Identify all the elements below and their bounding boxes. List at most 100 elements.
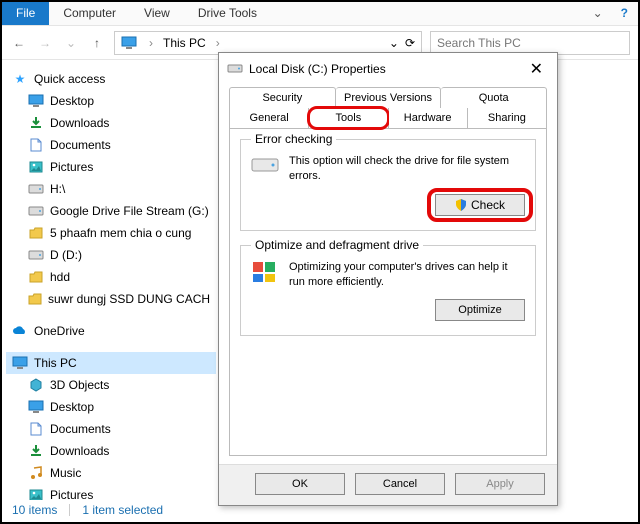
- recent-dropdown-icon[interactable]: ⌄: [62, 36, 80, 50]
- tree-item[interactable]: Downloads: [6, 440, 216, 462]
- group-optimize: Optimize and defragment drive Optimizing…: [240, 245, 536, 337]
- drive-icon: [251, 154, 279, 177]
- search-input[interactable]: Search This PC: [430, 31, 630, 55]
- apply-button[interactable]: Apply: [455, 473, 545, 495]
- optimize-button[interactable]: Optimize: [435, 299, 525, 321]
- tree-item[interactable]: Pictures: [6, 484, 216, 500]
- tree-item[interactable]: 3D Objects: [6, 374, 216, 396]
- dialog-buttons: OK Cancel Apply: [219, 464, 557, 505]
- back-button[interactable]: ←: [10, 36, 28, 50]
- nav-tree: ★ Quick access Desktop Downloads Documents…: [2, 60, 220, 500]
- chevron-right-icon[interactable]: ›: [212, 36, 224, 50]
- tab-security[interactable]: Security: [229, 87, 336, 108]
- folder-icon: [28, 225, 44, 241]
- tree-item[interactable]: Desktop: [6, 396, 216, 418]
- menu-view[interactable]: View: [130, 2, 184, 25]
- tree-item[interactable]: H:\: [6, 178, 216, 200]
- tree-item[interactable]: Music: [6, 462, 216, 484]
- tree-label: D (D:): [50, 248, 82, 262]
- tree-item[interactable]: 5 phaafn mem chia o cung: [6, 222, 216, 244]
- tree-label: Quick access: [34, 72, 105, 86]
- drive-icon: [227, 62, 243, 76]
- button-label: Check: [471, 198, 505, 212]
- desktop-icon: [28, 399, 44, 415]
- tree-label: Pictures: [50, 160, 93, 174]
- ribbon-collapse-icon[interactable]: ⌄: [585, 2, 611, 25]
- address-dropdown-icon[interactable]: ⌄: [389, 36, 399, 50]
- tree-item[interactable]: Desktop: [6, 90, 216, 112]
- drive-icon: [28, 247, 44, 263]
- tree-quick-access[interactable]: ★ Quick access: [6, 68, 216, 90]
- tree-this-pc[interactable]: This PC: [6, 352, 216, 374]
- shield-icon: [455, 199, 467, 211]
- close-icon[interactable]: ✕: [524, 59, 549, 79]
- tab-body-tools: Error checking This option will check th…: [229, 128, 547, 456]
- help-icon[interactable]: ?: [611, 2, 638, 25]
- tree-label: This PC: [34, 356, 77, 370]
- status-item-count: 10 items: [12, 503, 57, 517]
- ok-button[interactable]: OK: [255, 473, 345, 495]
- up-button[interactable]: ↑: [88, 36, 106, 50]
- tree-item[interactable]: Downloads: [6, 112, 216, 134]
- folder-icon: [28, 269, 44, 285]
- downloads-icon: [28, 443, 44, 459]
- chevron-right-icon[interactable]: ›: [145, 36, 157, 50]
- tree-item[interactable]: Documents: [6, 418, 216, 440]
- address-bar[interactable]: › This PC › ⌄ ⟳: [114, 31, 422, 55]
- tree-item[interactable]: Documents: [6, 134, 216, 156]
- documents-icon: [28, 421, 44, 437]
- tab-quota[interactable]: Quota: [441, 87, 547, 108]
- cloud-icon: [12, 323, 28, 339]
- desktop-icon: [28, 93, 44, 109]
- check-button[interactable]: Check: [435, 194, 525, 216]
- tab-general[interactable]: General: [229, 108, 309, 128]
- this-pc-icon: [12, 355, 28, 371]
- drive-icon: [28, 203, 44, 219]
- this-pc-icon: [121, 36, 139, 50]
- tree-label: Documents: [50, 422, 111, 436]
- tree-label: Downloads: [50, 116, 109, 130]
- tree-item[interactable]: hdd: [6, 266, 216, 288]
- forward-button[interactable]: →: [36, 36, 54, 50]
- tab-previous-versions[interactable]: Previous Versions: [336, 87, 442, 108]
- 3d-icon: [28, 377, 44, 393]
- dialog-title: Local Disk (C:) Properties: [249, 62, 518, 76]
- group-error-checking: Error checking This option will check th…: [240, 139, 536, 231]
- status-selected-count: 1 item selected: [82, 503, 163, 517]
- drive-icon: [28, 181, 44, 197]
- menu-file[interactable]: File: [2, 2, 49, 25]
- tree-label: suwr dungj SSD DUNG CACH: [48, 292, 210, 306]
- error-checking-desc: This option will check the drive for fil…: [289, 154, 525, 184]
- tree-item[interactable]: suwr dungj SSD DUNG CACH: [6, 288, 216, 310]
- tree-label: 3D Objects: [50, 378, 109, 392]
- refresh-icon[interactable]: ⟳: [405, 36, 415, 50]
- breadcrumb-this-pc[interactable]: This PC: [163, 36, 206, 50]
- tab-sharing[interactable]: Sharing: [468, 108, 547, 128]
- tree-label: hdd: [50, 270, 70, 284]
- tab-tools[interactable]: Tools: [309, 108, 388, 128]
- tree-item[interactable]: Pictures: [6, 156, 216, 178]
- group-legend: Optimize and defragment drive: [251, 238, 423, 252]
- pictures-icon: [28, 159, 44, 175]
- tree-label: Google Drive File Stream (G:): [50, 204, 209, 218]
- tree-label: Pictures: [50, 488, 93, 500]
- cancel-button[interactable]: Cancel: [355, 473, 445, 495]
- dialog-titlebar: Local Disk (C:) Properties ✕: [219, 53, 557, 85]
- tree-item[interactable]: D (D:): [6, 244, 216, 266]
- tree-label: Desktop: [50, 400, 94, 414]
- defrag-icon: [251, 260, 279, 287]
- tree-label: Desktop: [50, 94, 94, 108]
- menu-drive-tools[interactable]: Drive Tools: [184, 2, 271, 25]
- tab-hardware[interactable]: Hardware: [389, 108, 468, 128]
- properties-dialog: Local Disk (C:) Properties ✕ Security Pr…: [218, 52, 558, 506]
- group-legend: Error checking: [251, 132, 336, 146]
- tree-label: H:\: [50, 182, 65, 196]
- star-icon: ★: [12, 71, 28, 87]
- documents-icon: [28, 137, 44, 153]
- music-icon: [28, 465, 44, 481]
- folder-icon: [28, 291, 42, 307]
- tree-item[interactable]: Google Drive File Stream (G:): [6, 200, 216, 222]
- menu-computer[interactable]: Computer: [49, 2, 130, 25]
- tree-label: Downloads: [50, 444, 109, 458]
- tree-onedrive[interactable]: OneDrive: [6, 320, 216, 342]
